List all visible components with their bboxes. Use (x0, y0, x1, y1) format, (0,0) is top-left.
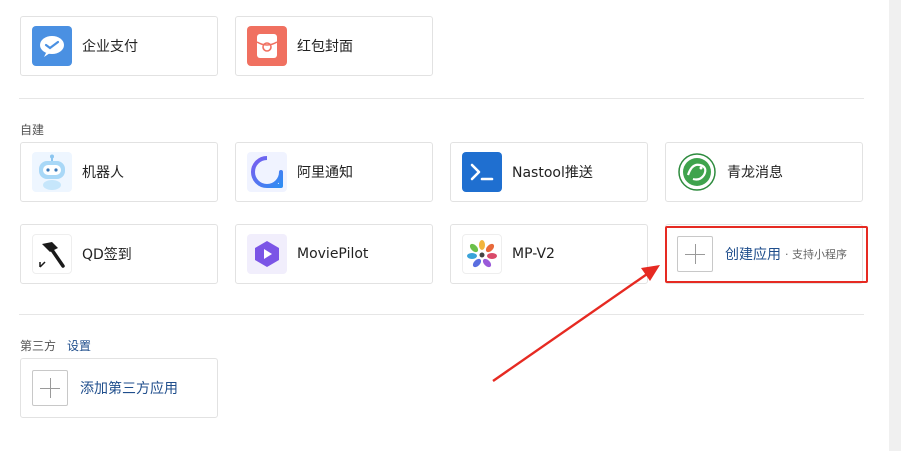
nastool-icon (462, 152, 502, 192)
section-divider (19, 314, 864, 315)
section-divider (19, 98, 864, 99)
app-label: MoviePilot (297, 246, 369, 262)
scrollbar-track[interactable] (889, 0, 901, 451)
app-card-mpv2[interactable]: MP-V2 (450, 224, 648, 284)
app-card-robot[interactable]: 机器人 (20, 142, 218, 202)
red-packet-icon (247, 26, 287, 66)
add-third-party-card[interactable]: 添加第三方应用 (20, 358, 218, 418)
section-title-third-party: 第三方 (20, 339, 57, 353)
app-label: MP-V2 (512, 246, 555, 262)
app-label: 机器人 (82, 165, 124, 181)
moviepilot-icon (247, 234, 287, 274)
app-card-qd[interactable]: QD签到 (20, 224, 218, 284)
app-label: 红包封面 (297, 39, 353, 55)
qinglong-icon (677, 152, 717, 192)
robot-icon (32, 152, 72, 192)
plus-icon (32, 370, 68, 406)
annotation-highlight-box (665, 226, 868, 283)
ali-notify-icon (247, 152, 287, 192)
app-label: 青龙消息 (727, 165, 783, 181)
app-label: QD签到 (82, 247, 132, 263)
app-label: 阿里通知 (297, 165, 353, 181)
app-card-enterprise-pay[interactable]: 企业支付 (20, 16, 218, 76)
app-card-moviepilot[interactable]: MoviePilot (235, 224, 433, 284)
app-card-red-packet[interactable]: 红包封面 (235, 16, 433, 76)
app-label: Nastool推送 (512, 165, 593, 181)
qd-hammer-icon (32, 234, 72, 274)
mpv2-icon (462, 234, 502, 274)
app-label: 企业支付 (82, 39, 138, 55)
app-card-ali-notify[interactable]: 阿里通知 (235, 142, 433, 202)
add-third-party-label: 添加第三方应用 (80, 381, 178, 397)
enterprise-pay-icon (32, 26, 72, 66)
app-card-nastool[interactable]: Nastool推送 (450, 142, 648, 202)
third-party-settings-link[interactable]: 设置 (67, 337, 91, 354)
app-card-qinglong[interactable]: 青龙消息 (665, 142, 863, 202)
section-title-self-built: 自建 (20, 123, 45, 137)
